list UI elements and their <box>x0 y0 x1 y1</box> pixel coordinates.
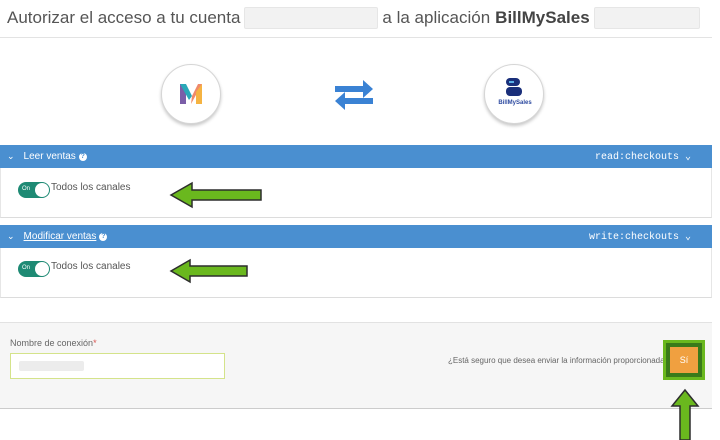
toggle-knob <box>35 183 49 197</box>
header-middle: a la aplicación <box>382 8 491 27</box>
footer-divider <box>0 408 712 409</box>
m-logo-icon <box>161 64 221 124</box>
read-scope[interactable]: read:checkouts ⌄ <box>595 151 691 163</box>
read-sales-section-header[interactable]: ⌄ Leer ventas ? read:checkouts ⌄ <box>0 145 712 168</box>
header-prefix: Autorizar el acceso a tu cuenta <box>7 8 241 27</box>
connection-name-redacted <box>19 361 84 371</box>
header-divider <box>0 37 712 38</box>
billmysales-logo-icon: BillMySales <box>484 64 544 124</box>
account-name-redacted <box>244 7 379 29</box>
page-header: Autorizar el acceso a tu cuenta a la apl… <box>0 0 720 36</box>
modify-sales-title: Modificar ventas <box>23 231 97 242</box>
read-all-channels-toggle[interactable]: On <box>18 182 50 198</box>
write-scope[interactable]: write:checkouts ⌄ <box>589 231 691 243</box>
chevron-down-icon: ⌄ <box>7 231 15 241</box>
chevron-down-icon: ⌄ <box>7 151 15 161</box>
modify-sales-section-body <box>0 248 712 298</box>
yes-button-highlight[interactable]: Sí <box>663 340 705 380</box>
authorization-page: Autorizar el acceso a tu cuenta a la apl… <box>0 0 720 440</box>
swap-arrows-icon <box>333 79 375 116</box>
modify-all-channels-toggle[interactable]: On <box>18 261 50 277</box>
arrow-up-icon <box>670 388 700 440</box>
modify-channels-label: Todos los canales <box>51 261 131 272</box>
connection-name-input[interactable] <box>10 353 225 379</box>
app-suffix-redacted <box>593 7 700 29</box>
toggle-knob <box>35 262 49 276</box>
modify-sales-section-header[interactable]: ⌄ Modificar ventas ? write:checkouts ⌄ <box>0 225 712 248</box>
arrow-left-icon <box>169 258 248 284</box>
arrow-left-icon <box>169 181 262 209</box>
app-name: BillMySales <box>495 8 590 27</box>
billmysales-logo-text: BillMySales <box>498 100 532 106</box>
yes-button[interactable]: Sí <box>670 347 698 373</box>
help-icon[interactable]: ? <box>78 152 87 161</box>
confirm-question: ¿Está seguro que desea enviar la informa… <box>447 356 669 365</box>
read-sales-section-body <box>0 168 712 218</box>
help-icon[interactable]: ? <box>99 232 108 241</box>
read-channels-label: Todos los canales <box>51 182 131 193</box>
connection-name-label: Nombre de conexión* <box>10 338 97 348</box>
read-sales-title: Leer ventas <box>23 151 76 162</box>
